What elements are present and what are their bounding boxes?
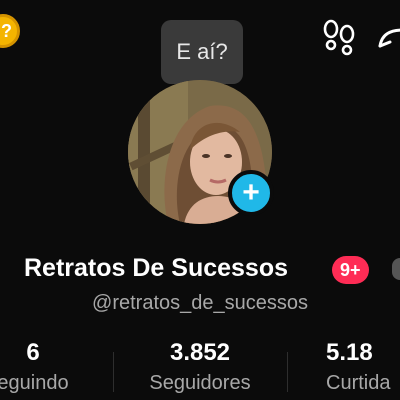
stat-likes[interactable]: 5.18 Curtida xyxy=(326,338,400,398)
username[interactable]: @retratos_de_sucessos xyxy=(0,292,400,315)
stat-following[interactable]: 6 eguindo xyxy=(0,338,78,398)
notification-badge[interactable]: 9+ xyxy=(332,256,369,284)
edge-icon[interactable] xyxy=(392,258,400,280)
footprints-icon[interactable] xyxy=(320,18,358,56)
stat-followers[interactable]: 3.852 Seguidores xyxy=(130,338,270,398)
stat-followers-value: 3.852 xyxy=(169,339,231,366)
stat-following-label: eguindo xyxy=(0,372,69,394)
stat-likes-value: 5.18 xyxy=(326,339,373,366)
coin-symbol: ? xyxy=(1,20,12,41)
plus-icon: + xyxy=(242,176,260,209)
status-bubble[interactable]: E aí? xyxy=(161,20,243,84)
status-bubble-text: E aí? xyxy=(176,39,228,64)
stat-following-value: 6 xyxy=(26,339,40,366)
coin-icon[interactable]: ? xyxy=(0,14,20,48)
share-icon[interactable] xyxy=(376,22,400,52)
stat-followers-label: Seguidores xyxy=(149,372,251,394)
stat-likes-label: Curtida xyxy=(326,372,391,394)
display-name: Retratos De Sucessos xyxy=(24,254,289,282)
stat-divider xyxy=(287,352,288,392)
stat-divider xyxy=(113,352,114,392)
name-row: Retratos De Sucessos 9+ xyxy=(0,252,400,288)
add-story-button[interactable]: + xyxy=(228,170,274,216)
profile-screen: ? E aí? + Retratos De Sucessos 9+ @retra… xyxy=(0,0,400,400)
